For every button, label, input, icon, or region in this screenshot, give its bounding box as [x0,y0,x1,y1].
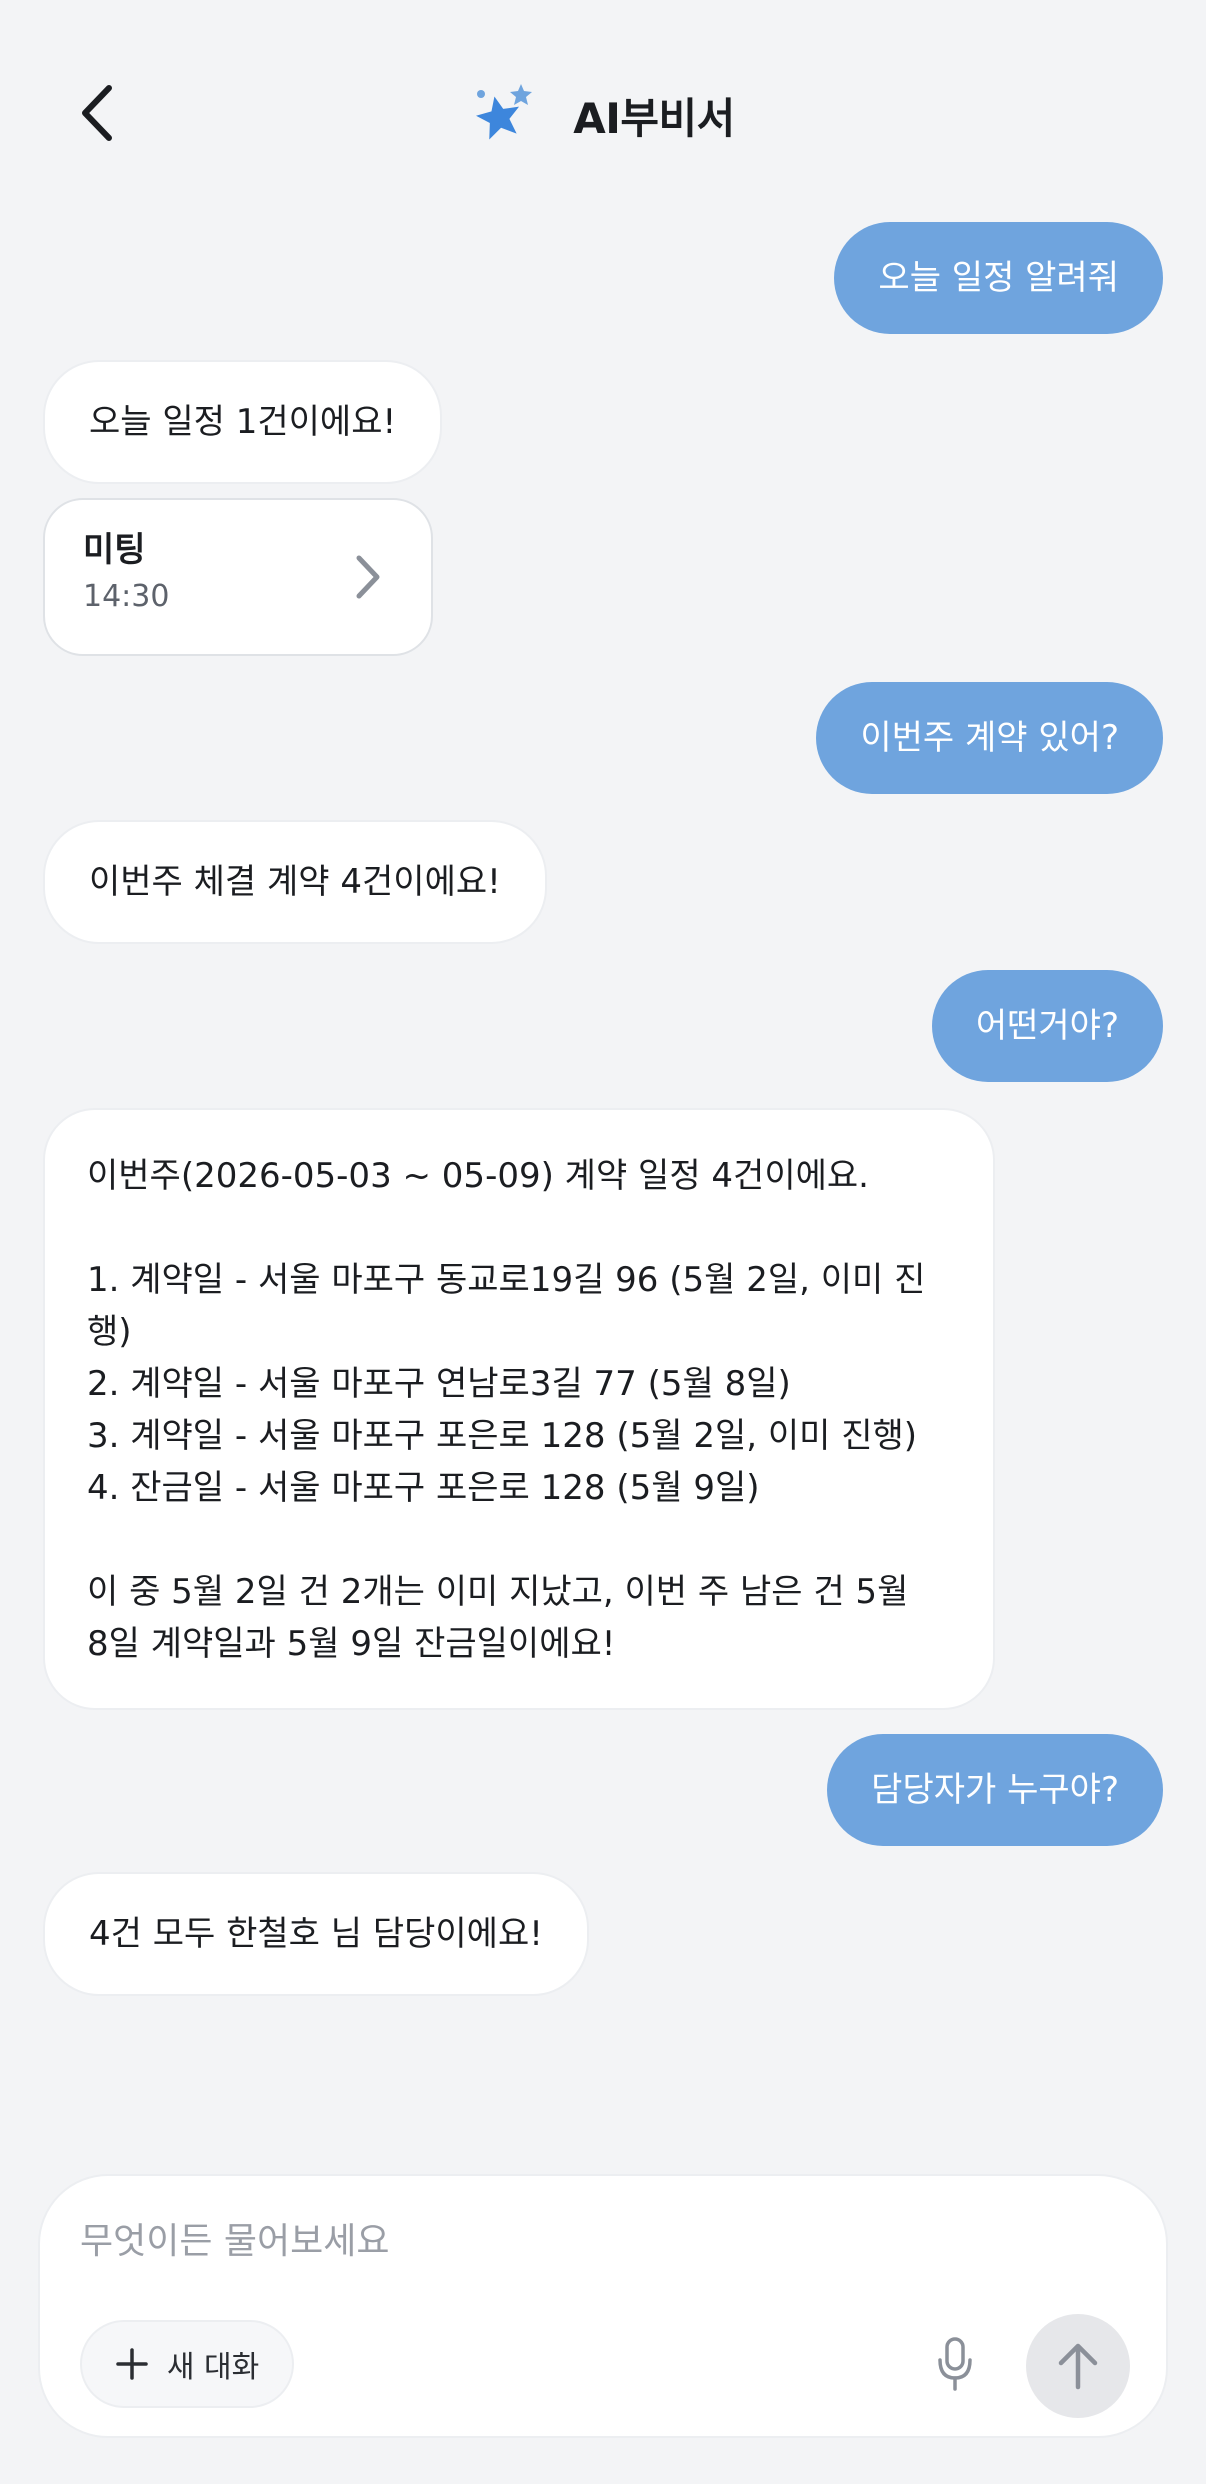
bot-message: 이번주 체결 계약 4건이에요! [43,820,547,944]
arrow-up-icon [1058,2343,1098,2390]
microphone-icon [938,2337,972,2391]
message-line: 행) [87,1312,132,1352]
chat-screen: AI부비서 오늘 일정 알려줘 오늘 일정 1건이에요! 미팅 14:30 이번… [0,0,1206,2484]
new-chat-label: 새 대화 [166,2350,260,2385]
message-text: 4건 모두 한철호 님 담당이에요! [89,1914,543,1954]
new-chat-button[interactable]: 새 대화 [80,2320,294,2408]
header: AI부비서 [0,0,1206,200]
message-line: 4. 잔금일 - 서울 마포구 포은로 128 (5월 9일) [87,1468,760,1508]
bot-message-long: 이번주(2026-05-03 ~ 05-09) 계약 일정 4건이에요. 1. … [43,1108,995,1710]
message-line: 8일 계약일과 5월 9일 잔금일이에요! [87,1624,616,1664]
schedule-card[interactable]: 미팅 14:30 [43,498,433,656]
message-line: 1. 계약일 - 서울 마포구 동교로19길 96 (5월 2일, 이미 진 [87,1260,926,1300]
message-line: 이 중 5월 2일 건 2개는 이미 지났고, 이번 주 남은 건 5월 [87,1572,909,1612]
bot-message: 오늘 일정 1건이에요! [43,360,443,484]
user-message: 오늘 일정 알려줘 [834,222,1163,334]
message-gap [87,1202,953,1254]
message-line: 2. 계약일 - 서울 마포구 연남로3길 77 (5월 8일) [87,1364,791,1404]
message-gap [87,1514,953,1566]
message-text: 이번주 체결 계약 4건이에요! [89,862,501,902]
plus-icon [116,2348,148,2380]
message-text: 오늘 일정 알려줘 [878,258,1119,298]
message-input[interactable] [80,2206,1120,2276]
user-message: 이번주 계약 있어? [816,682,1163,794]
message-text: 이번주 계약 있어? [860,718,1119,758]
composer: 새 대화 [38,2174,1168,2438]
message-line: 이번주(2026-05-03 ~ 05-09) 계약 일정 4건이에요. [87,1156,869,1196]
send-button[interactable] [1026,2314,1130,2418]
sparkle-stars-icon [476,84,533,140]
page-title: AI부비서 [573,93,735,143]
message-text: 오늘 일정 1건이에요! [89,402,397,442]
mic-button[interactable] [920,2326,990,2402]
message-text: 어떤거야? [975,1006,1119,1046]
bot-message: 4건 모두 한철호 님 담당이에요! [43,1872,589,1996]
chevron-right-icon [356,555,380,599]
user-message: 어떤거야? [931,970,1163,1082]
message-text: 담당자가 누구야? [871,1770,1119,1810]
message-line: 3. 계약일 - 서울 마포구 포은로 128 (5월 2일, 이미 진행) [87,1416,918,1456]
user-message: 담당자가 누구야? [827,1734,1163,1846]
header-title-group: AI부비서 [0,72,1206,158]
